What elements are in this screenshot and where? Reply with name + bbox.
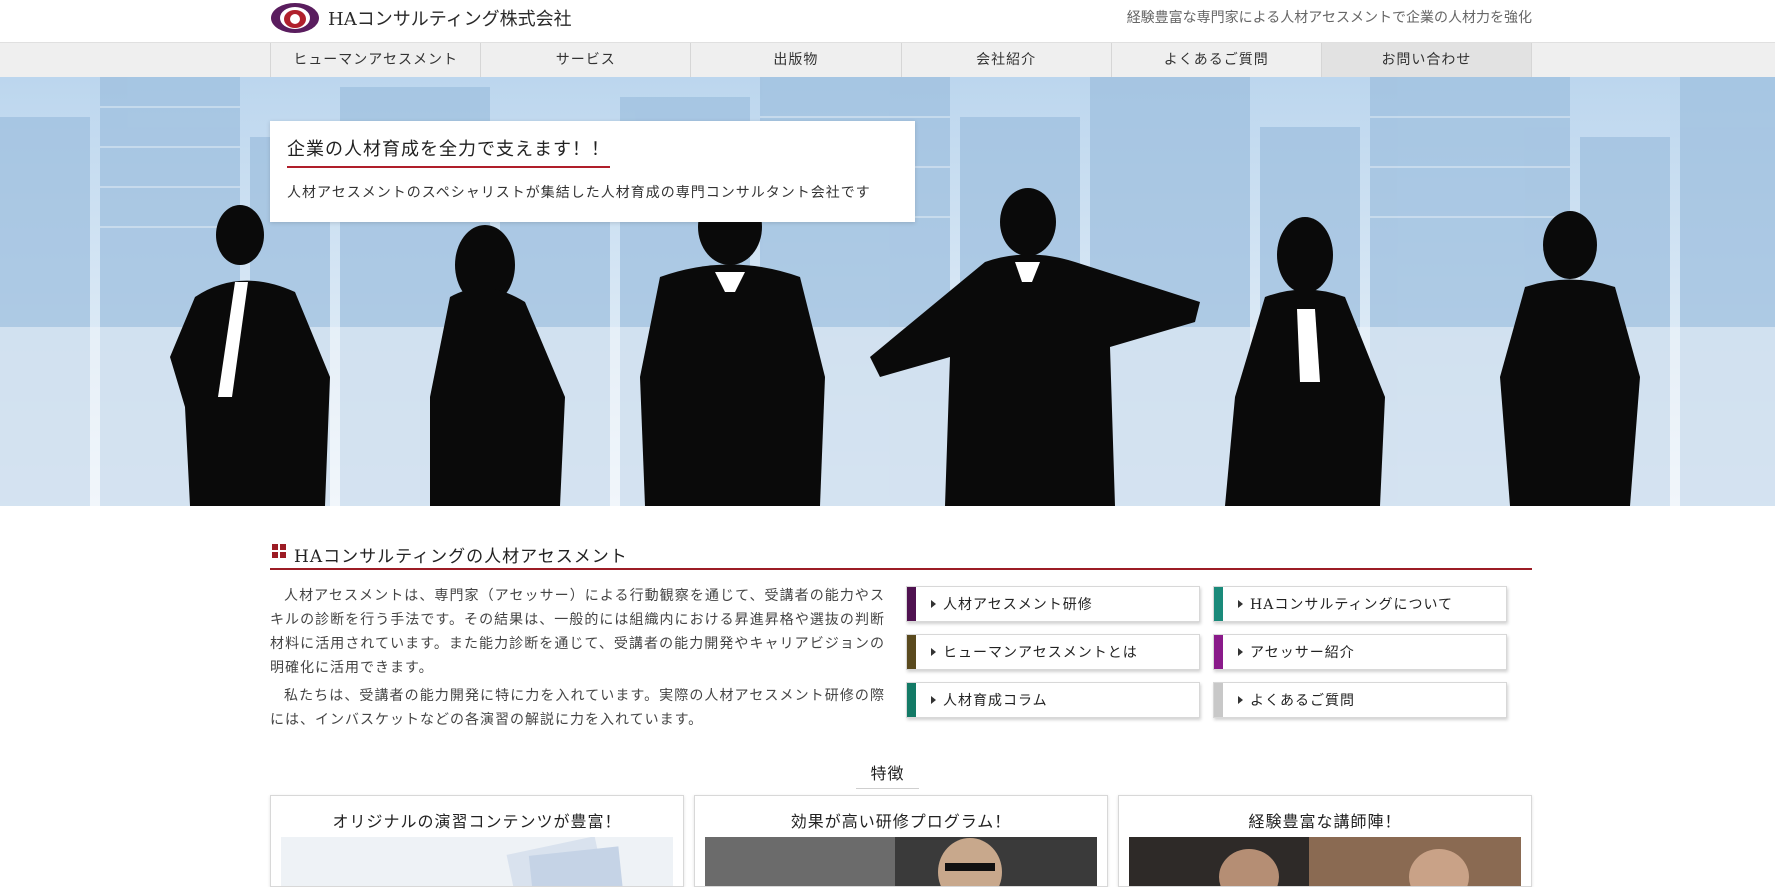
site-tagline: 経験豊富な専門家による人材アセスメントで企業の人材力を強化 — [1126, 10, 1532, 26]
features-heading-wrap: 特徴 — [0, 760, 1775, 789]
main-navigation: ヒューマンアセスメント サービス 出版物 会社紹介 よくあるご質問 お問い合わせ — [270, 43, 1533, 77]
caret-right-icon — [931, 648, 936, 656]
hero-subtitle: 人材アセスメントのスペシャリストが集結した人材育成の専門コンサルタント会社です — [287, 185, 871, 201]
caret-right-icon — [1238, 648, 1243, 656]
caret-right-icon — [1238, 600, 1243, 608]
feature-card-instructors[interactable]: 経験豊富な講師陣！ — [1118, 795, 1532, 887]
link-label: 人材育成コラム — [943, 693, 1048, 709]
link-label: HAコンサルティングについて — [1250, 597, 1454, 613]
company-name[interactable]: HAコンサルティング株式会社 — [328, 5, 572, 31]
section-heading: HAコンサルティングの人材アセスメント — [270, 540, 1532, 570]
feature-card-title: オリジナルの演習コンテンツが豊富！ — [332, 812, 622, 831]
link-color-bar — [1214, 635, 1223, 669]
link-assessment-training[interactable]: 人材アセスメント研修 — [906, 586, 1200, 622]
link-label: ヒューマンアセスメントとは — [943, 645, 1138, 661]
link-color-bar — [1214, 587, 1223, 621]
caret-right-icon — [931, 600, 936, 608]
link-assessors[interactable]: アセッサー紹介 — [1213, 634, 1507, 670]
nav-item-contact[interactable]: お問い合わせ — [1320, 43, 1533, 77]
caret-right-icon — [1238, 696, 1243, 704]
link-color-bar — [907, 683, 916, 717]
company-logo[interactable] — [270, 2, 320, 34]
instructors-photo-image — [1129, 837, 1521, 886]
caret-right-icon — [931, 696, 936, 704]
nav-item-company[interactable]: 会社紹介 — [900, 43, 1111, 77]
link-color-bar — [907, 635, 916, 669]
intro-text: 人材アセスメントは、専門家（アセッサー）による行動観察を通じて、受講者の能力やス… — [270, 584, 885, 736]
main-navigation-bar: ヒューマンアセスメント サービス 出版物 会社紹介 よくあるご質問 お問い合わせ — [0, 42, 1775, 78]
site-header: HAコンサルティング株式会社 経験豊富な専門家による人材アセスメントで企業の人材… — [270, 0, 1532, 42]
feature-card-content[interactable]: オリジナルの演習コンテンツが豊富！ — [270, 795, 684, 887]
link-what-is-human-assessment[interactable]: ヒューマンアセスメントとは — [906, 634, 1200, 670]
hero-message-box: 企業の人材育成を全力で支えます！！ 人材アセスメントのスペシャリストが集結した人… — [270, 121, 915, 222]
section-title: HAコンサルティングの人材アセスメント — [294, 547, 628, 567]
nav-item-publications[interactable]: 出版物 — [690, 43, 900, 77]
nav-item-services[interactable]: サービス — [480, 43, 690, 77]
link-color-bar — [1214, 683, 1223, 717]
link-label: よくあるご質問 — [1250, 693, 1355, 709]
feature-card-title: 効果が高い研修プログラム！ — [790, 812, 1012, 831]
intro-paragraph-2: 私たちは、受講者の能力開発に特に力を入れています。実際の人材アセスメント研修の際… — [270, 688, 885, 728]
hero-banner: 企業の人材育成を全力で支えます！！ 人材アセスメントのスペシャリストが集結した人… — [0, 77, 1775, 506]
link-hr-column[interactable]: 人材育成コラム — [906, 682, 1200, 718]
link-color-bar — [907, 587, 916, 621]
link-label: 人材アセスメント研修 — [943, 597, 1093, 613]
trainer-photo-image — [705, 837, 1097, 886]
feature-card-program[interactable]: 効果が高い研修プログラム！ — [694, 795, 1108, 887]
nav-item-faq[interactable]: よくあるご質問 — [1110, 43, 1321, 77]
link-label: アセッサー紹介 — [1250, 645, 1355, 661]
hero-title: 企業の人材育成を全力で支えます！！ — [287, 135, 610, 168]
link-faq[interactable]: よくあるご質問 — [1213, 682, 1507, 718]
link-about-ha[interactable]: HAコンサルティングについて — [1213, 586, 1507, 622]
feature-cards: オリジナルの演習コンテンツが豊富！ 効果が高い研修プログラム！ 経験豊富な講師陣… — [270, 795, 1532, 887]
features-heading: 特徴 — [856, 760, 919, 789]
grid-square-icon — [272, 544, 286, 558]
documents-photo-image — [281, 837, 673, 886]
nav-item-human-assessment[interactable]: ヒューマンアセスメント — [270, 43, 480, 77]
intro-paragraph-1: 人材アセスメントは、専門家（アセッサー）による行動観察を通じて、受講者の能力やス… — [270, 588, 885, 676]
feature-card-title: 経験豊富な講師陣！ — [1248, 812, 1402, 831]
